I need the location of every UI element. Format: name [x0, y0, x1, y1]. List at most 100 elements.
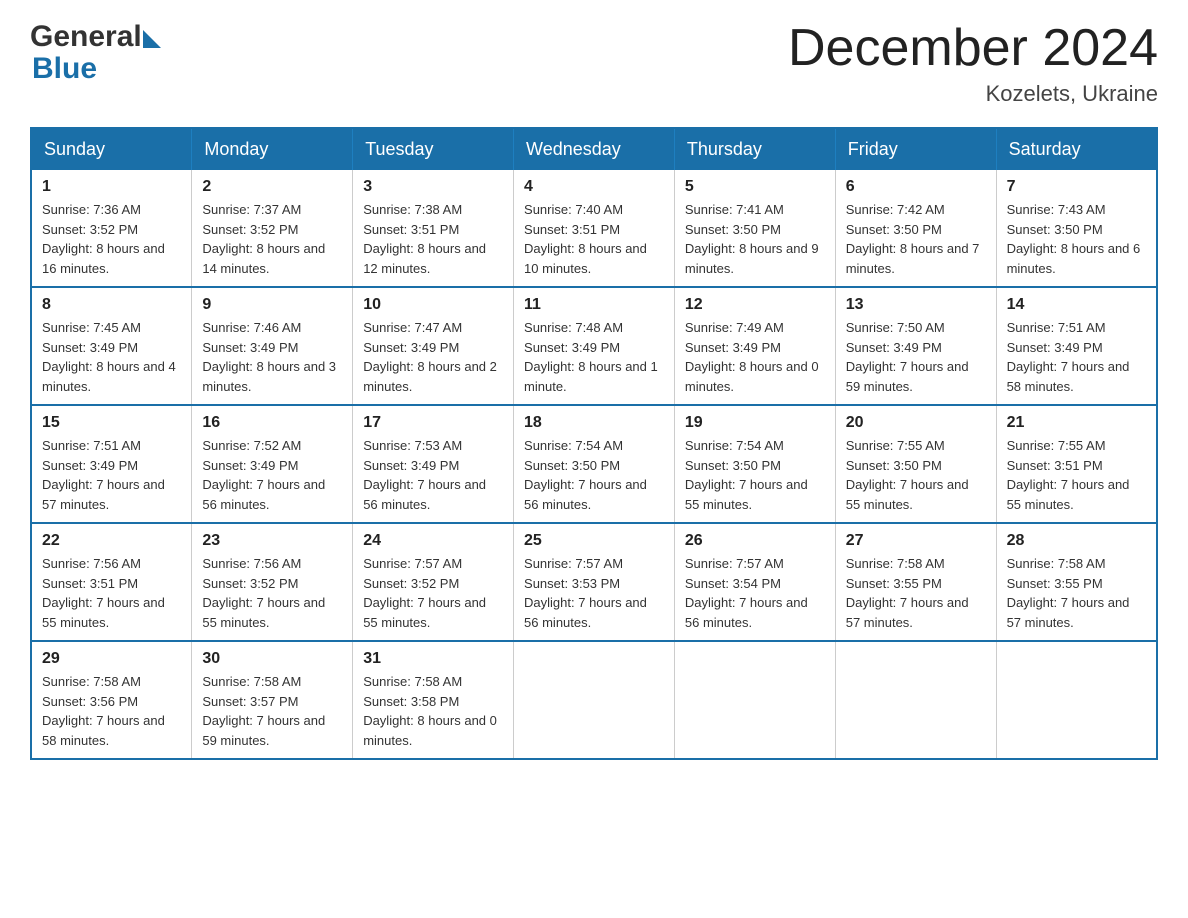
title-section: December 2024 Kozelets, Ukraine	[788, 20, 1158, 107]
calendar-day-cell	[996, 641, 1157, 759]
day-info: Sunrise: 7:58 AMSunset: 3:58 PMDaylight:…	[363, 672, 503, 750]
calendar-day-cell: 28 Sunrise: 7:58 AMSunset: 3:55 PMDaylig…	[996, 523, 1157, 641]
day-number: 24	[363, 532, 503, 550]
calendar-day-cell: 29 Sunrise: 7:58 AMSunset: 3:56 PMDaylig…	[31, 641, 192, 759]
day-number: 29	[42, 650, 181, 668]
calendar-day-cell: 1 Sunrise: 7:36 AMSunset: 3:52 PMDayligh…	[31, 170, 192, 287]
day-info: Sunrise: 7:38 AMSunset: 3:51 PMDaylight:…	[363, 200, 503, 278]
logo-blue-text: Blue	[32, 52, 97, 85]
calendar-table: SundayMondayTuesdayWednesdayThursdayFrid…	[30, 127, 1158, 760]
day-info: Sunrise: 7:54 AMSunset: 3:50 PMDaylight:…	[524, 436, 664, 514]
calendar-day-cell: 5 Sunrise: 7:41 AMSunset: 3:50 PMDayligh…	[674, 170, 835, 287]
calendar-day-cell: 15 Sunrise: 7:51 AMSunset: 3:49 PMDaylig…	[31, 405, 192, 523]
calendar-day-cell: 2 Sunrise: 7:37 AMSunset: 3:52 PMDayligh…	[192, 170, 353, 287]
day-info: Sunrise: 7:36 AMSunset: 3:52 PMDaylight:…	[42, 200, 181, 278]
location-label: Kozelets, Ukraine	[788, 81, 1158, 107]
day-number: 6	[846, 178, 986, 196]
calendar-week-row: 22 Sunrise: 7:56 AMSunset: 3:51 PMDaylig…	[31, 523, 1157, 641]
day-info: Sunrise: 7:46 AMSunset: 3:49 PMDaylight:…	[202, 318, 342, 396]
day-number: 4	[524, 178, 664, 196]
day-info: Sunrise: 7:58 AMSunset: 3:55 PMDaylight:…	[846, 554, 986, 632]
day-number: 19	[685, 414, 825, 432]
day-number: 15	[42, 414, 181, 432]
day-info: Sunrise: 7:48 AMSunset: 3:49 PMDaylight:…	[524, 318, 664, 396]
day-number: 26	[685, 532, 825, 550]
page-header: General Blue December 2024 Kozelets, Ukr…	[30, 20, 1158, 107]
day-info: Sunrise: 7:50 AMSunset: 3:49 PMDaylight:…	[846, 318, 986, 396]
calendar-day-cell: 4 Sunrise: 7:40 AMSunset: 3:51 PMDayligh…	[514, 170, 675, 287]
calendar-day-cell: 19 Sunrise: 7:54 AMSunset: 3:50 PMDaylig…	[674, 405, 835, 523]
day-of-week-header: Wednesday	[514, 128, 675, 170]
day-number: 13	[846, 296, 986, 314]
logo: General Blue	[30, 20, 161, 86]
calendar-day-cell: 26 Sunrise: 7:57 AMSunset: 3:54 PMDaylig…	[674, 523, 835, 641]
day-info: Sunrise: 7:55 AMSunset: 3:50 PMDaylight:…	[846, 436, 986, 514]
day-number: 18	[524, 414, 664, 432]
calendar-day-cell: 23 Sunrise: 7:56 AMSunset: 3:52 PMDaylig…	[192, 523, 353, 641]
day-info: Sunrise: 7:37 AMSunset: 3:52 PMDaylight:…	[202, 200, 342, 278]
calendar-day-cell: 10 Sunrise: 7:47 AMSunset: 3:49 PMDaylig…	[353, 287, 514, 405]
day-number: 30	[202, 650, 342, 668]
calendar-week-row: 8 Sunrise: 7:45 AMSunset: 3:49 PMDayligh…	[31, 287, 1157, 405]
day-info: Sunrise: 7:58 AMSunset: 3:56 PMDaylight:…	[42, 672, 181, 750]
month-title: December 2024	[788, 20, 1158, 77]
day-info: Sunrise: 7:51 AMSunset: 3:49 PMDaylight:…	[1007, 318, 1146, 396]
calendar-day-cell: 6 Sunrise: 7:42 AMSunset: 3:50 PMDayligh…	[835, 170, 996, 287]
calendar-day-cell: 14 Sunrise: 7:51 AMSunset: 3:49 PMDaylig…	[996, 287, 1157, 405]
calendar-day-cell	[835, 641, 996, 759]
day-number: 5	[685, 178, 825, 196]
day-info: Sunrise: 7:57 AMSunset: 3:53 PMDaylight:…	[524, 554, 664, 632]
day-number: 11	[524, 296, 664, 314]
logo-row1: General	[30, 20, 161, 54]
calendar-day-cell: 7 Sunrise: 7:43 AMSunset: 3:50 PMDayligh…	[996, 170, 1157, 287]
day-number: 8	[42, 296, 181, 314]
day-number: 28	[1007, 532, 1146, 550]
day-number: 7	[1007, 178, 1146, 196]
calendar-week-row: 29 Sunrise: 7:58 AMSunset: 3:56 PMDaylig…	[31, 641, 1157, 759]
calendar-day-cell: 30 Sunrise: 7:58 AMSunset: 3:57 PMDaylig…	[192, 641, 353, 759]
calendar-day-cell: 13 Sunrise: 7:50 AMSunset: 3:49 PMDaylig…	[835, 287, 996, 405]
calendar-day-cell: 31 Sunrise: 7:58 AMSunset: 3:58 PMDaylig…	[353, 641, 514, 759]
calendar-day-cell: 11 Sunrise: 7:48 AMSunset: 3:49 PMDaylig…	[514, 287, 675, 405]
calendar-day-cell	[674, 641, 835, 759]
calendar-day-cell: 21 Sunrise: 7:55 AMSunset: 3:51 PMDaylig…	[996, 405, 1157, 523]
day-number: 9	[202, 296, 342, 314]
day-of-week-header: Monday	[192, 128, 353, 170]
day-info: Sunrise: 7:43 AMSunset: 3:50 PMDaylight:…	[1007, 200, 1146, 278]
calendar-day-cell: 17 Sunrise: 7:53 AMSunset: 3:49 PMDaylig…	[353, 405, 514, 523]
calendar-day-cell: 3 Sunrise: 7:38 AMSunset: 3:51 PMDayligh…	[353, 170, 514, 287]
day-of-week-header: Thursday	[674, 128, 835, 170]
day-info: Sunrise: 7:42 AMSunset: 3:50 PMDaylight:…	[846, 200, 986, 278]
calendar-day-cell: 9 Sunrise: 7:46 AMSunset: 3:49 PMDayligh…	[192, 287, 353, 405]
day-info: Sunrise: 7:56 AMSunset: 3:52 PMDaylight:…	[202, 554, 342, 632]
day-number: 21	[1007, 414, 1146, 432]
day-of-week-header: Tuesday	[353, 128, 514, 170]
day-info: Sunrise: 7:56 AMSunset: 3:51 PMDaylight:…	[42, 554, 181, 632]
day-info: Sunrise: 7:45 AMSunset: 3:49 PMDaylight:…	[42, 318, 181, 396]
calendar-day-cell: 20 Sunrise: 7:55 AMSunset: 3:50 PMDaylig…	[835, 405, 996, 523]
calendar-day-cell: 16 Sunrise: 7:52 AMSunset: 3:49 PMDaylig…	[192, 405, 353, 523]
day-number: 12	[685, 296, 825, 314]
day-number: 2	[202, 178, 342, 196]
day-info: Sunrise: 7:58 AMSunset: 3:57 PMDaylight:…	[202, 672, 342, 750]
calendar-week-row: 1 Sunrise: 7:36 AMSunset: 3:52 PMDayligh…	[31, 170, 1157, 287]
day-info: Sunrise: 7:54 AMSunset: 3:50 PMDaylight:…	[685, 436, 825, 514]
calendar-day-cell: 18 Sunrise: 7:54 AMSunset: 3:50 PMDaylig…	[514, 405, 675, 523]
day-number: 22	[42, 532, 181, 550]
day-info: Sunrise: 7:47 AMSunset: 3:49 PMDaylight:…	[363, 318, 503, 396]
day-info: Sunrise: 7:58 AMSunset: 3:55 PMDaylight:…	[1007, 554, 1146, 632]
day-number: 31	[363, 650, 503, 668]
calendar-day-cell: 8 Sunrise: 7:45 AMSunset: 3:49 PMDayligh…	[31, 287, 192, 405]
calendar-header-row: SundayMondayTuesdayWednesdayThursdayFrid…	[31, 128, 1157, 170]
day-of-week-header: Friday	[835, 128, 996, 170]
day-of-week-header: Sunday	[31, 128, 192, 170]
day-of-week-header: Saturday	[996, 128, 1157, 170]
calendar-day-cell: 24 Sunrise: 7:57 AMSunset: 3:52 PMDaylig…	[353, 523, 514, 641]
calendar-day-cell: 22 Sunrise: 7:56 AMSunset: 3:51 PMDaylig…	[31, 523, 192, 641]
logo-general-text: General	[30, 20, 142, 54]
day-info: Sunrise: 7:52 AMSunset: 3:49 PMDaylight:…	[202, 436, 342, 514]
day-number: 3	[363, 178, 503, 196]
day-number: 1	[42, 178, 181, 196]
day-info: Sunrise: 7:53 AMSunset: 3:49 PMDaylight:…	[363, 436, 503, 514]
day-number: 27	[846, 532, 986, 550]
